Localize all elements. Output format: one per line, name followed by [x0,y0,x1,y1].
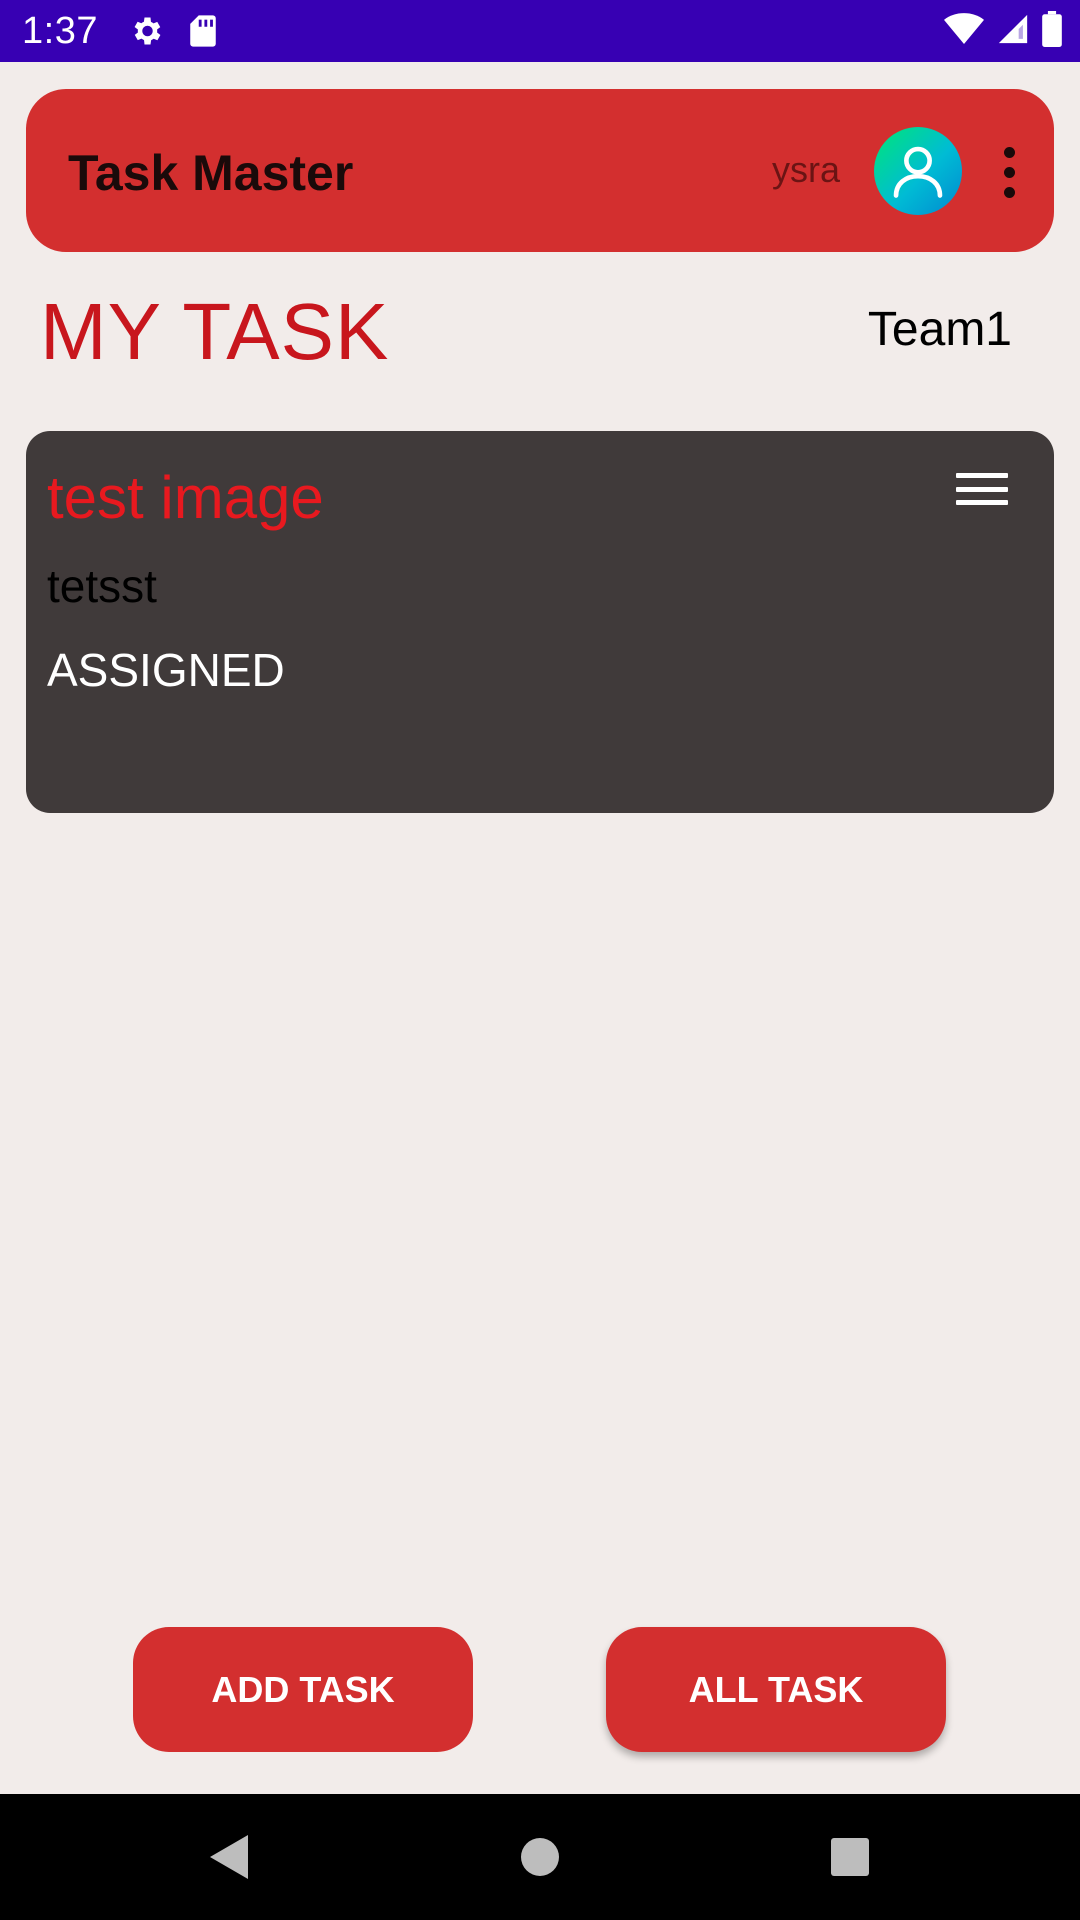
sd-card-icon [188,14,218,48]
task-description: tetsst [47,560,157,612]
cellular-signal-icon [996,12,1030,51]
page-title: MY TASK [40,287,390,376]
app-title: Task Master [68,145,354,201]
navigation-bar [0,1794,1080,1920]
status-time: 1:37 [22,9,98,52]
hamburger-menu-icon[interactable] [956,469,1008,509]
status-right-icons [944,0,1062,62]
status-bar: 1:37 [0,0,1080,62]
home-icon[interactable] [500,1794,580,1920]
more-vert-icon[interactable] [994,137,1024,207]
back-icon[interactable] [190,1794,270,1920]
add-task-button[interactable]: ADD TASK [133,1627,473,1752]
gear-icon [128,13,164,49]
battery-icon [1042,10,1062,52]
all-task-button[interactable]: ALL TASK [606,1627,946,1752]
recents-icon[interactable] [810,1794,890,1920]
app-bar: Task Master ysra [26,89,1054,252]
team-label: Team1 [867,303,1012,356]
screen: 1:37 Task Master ysra MY TASK Team1 test… [0,0,1080,1920]
wifi-icon [944,12,984,51]
username-label[interactable]: ysra [772,149,840,191]
task-status: ASSIGNED [47,644,285,696]
user-avatar-icon[interactable] [874,127,962,215]
task-title: test image [47,464,324,531]
task-card[interactable]: test image tetsst ASSIGNED [26,431,1054,813]
